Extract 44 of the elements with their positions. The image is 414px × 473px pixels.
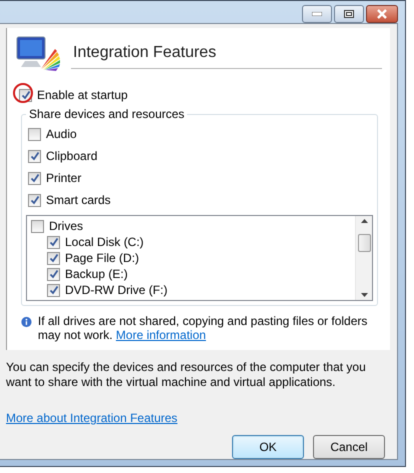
description-text: You can specify the devices and resources of the computer that you want to share with the virtual machine and virtual applications. [6, 360, 367, 390]
checkbox[interactable] [47, 252, 60, 264]
checkmark-icon [30, 151, 40, 161]
checkbox-label: Printer [46, 171, 82, 185]
checkbox[interactable] [47, 268, 60, 280]
checkbox-label: Local Disk (C:) [65, 235, 144, 249]
minimize-icon [312, 12, 322, 16]
maximize-icon [344, 10, 354, 18]
info-text: If all drives are not shared, copying and pasting files or folders may not work. More information [38, 314, 368, 342]
checkbox-label: Page File (D:) [65, 251, 140, 265]
checkbox-label: Clipboard [46, 149, 98, 163]
checkbox[interactable] [28, 194, 41, 206]
checkbox[interactable] [28, 128, 41, 140]
dialog-title: Integration Features [71, 34, 382, 69]
checkmark-icon [30, 195, 40, 205]
more-about-link[interactable]: More about Integration Features [6, 411, 178, 425]
scrollbar[interactable] [355, 216, 372, 300]
minimize-button[interactable] [302, 5, 332, 23]
close-button[interactable] [366, 5, 398, 23]
checkbox-label: Drives [49, 219, 84, 233]
scrollbar-thumb[interactable] [358, 234, 370, 252]
checkbox-label: Backup (E:) [65, 267, 128, 281]
more-information-link[interactable]: More information [116, 328, 206, 342]
group-title: Share devices and resources [28, 107, 186, 121]
info-icon [21, 314, 32, 330]
drives-list[interactable]: Drives Local Disk (C:) Page File (D:) Backup (E:) DVD-RW Drive (F:) [26, 215, 373, 301]
checkbox[interactable] [47, 236, 60, 248]
checkbox-label: Audio [46, 127, 77, 141]
checkbox-label: Enable at startup [37, 88, 128, 102]
checkmark-icon [30, 173, 40, 183]
cancel-button[interactable]: Cancel [313, 435, 385, 459]
monitor-color-icon [15, 35, 63, 73]
close-icon [376, 9, 388, 19]
maximize-button[interactable] [334, 5, 364, 23]
checkbox-label: Smart cards [46, 193, 111, 207]
scroll-down-icon[interactable] [360, 293, 368, 297]
ok-button[interactable]: OK [232, 435, 304, 459]
checkbox[interactable] [28, 150, 41, 162]
checkmark-icon [20, 90, 30, 100]
scroll-up-icon[interactable] [360, 219, 368, 223]
checkbox[interactable] [47, 284, 60, 296]
checkbox[interactable] [28, 172, 41, 184]
checkbox[interactable] [31, 220, 44, 232]
checkbox-label: DVD-RW Drive (F:) [65, 283, 168, 297]
